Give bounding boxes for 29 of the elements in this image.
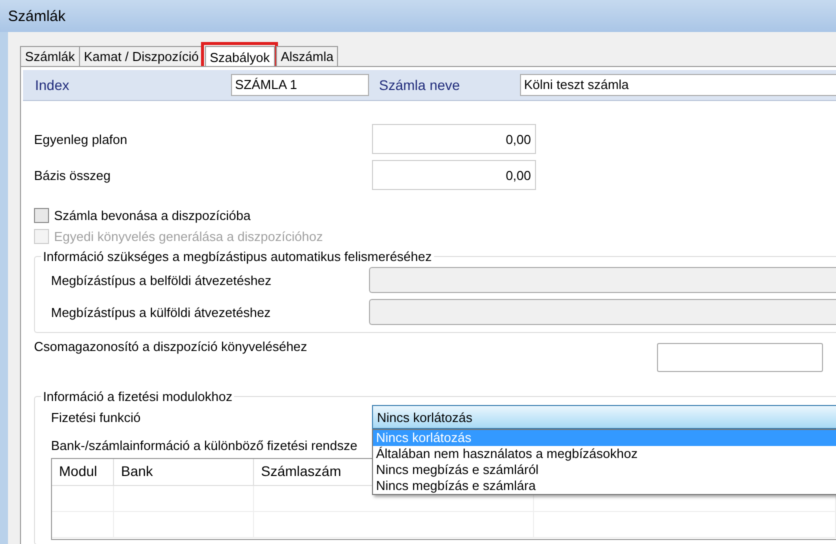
field-label: Fizetési funkció: [51, 410, 141, 424]
dropdown-option[interactable]: Nincs megbízás e számlára: [373, 478, 836, 494]
tab[interactable]: Számlák: [20, 46, 80, 66]
window-title: Számlák: [8, 8, 66, 24]
group-title: Információ a fizetési modulokhoz: [42, 389, 234, 404]
input-field[interactable]: Kölni teszt számla: [520, 74, 836, 96]
input-field[interactable]: SZÁMLA 1: [231, 74, 369, 96]
tab[interactable]: Kamat / Diszpozíció: [78, 46, 204, 66]
column-header: Bank: [114, 459, 254, 485]
field-label: Csomagazonosító a diszpozíció könyveléséhez: [34, 339, 308, 354]
tab[interactable]: Alszámla: [276, 46, 338, 66]
amount-field[interactable]: 0,00: [372, 160, 536, 190]
group-title: Információ szükséges a megbízástipus automatikus felismeréséhez: [42, 249, 433, 264]
field-label: Megbízástípus a belföldi átvezetéshez: [51, 272, 272, 288]
tab[interactable]: Szabályok: [204, 46, 275, 68]
column-header: Modul: [52, 459, 114, 485]
checkbox-label: Egyedi könyvelés generálása a diszpozícióhoz: [54, 229, 323, 244]
field-label: Index: [35, 77, 70, 93]
checkbox-label: Számla bevonása a diszpozícióba: [54, 208, 251, 223]
field-label: Megbízástípus a külföldi átvezetéshez: [51, 304, 271, 320]
amount-field[interactable]: 0,00: [372, 124, 536, 154]
field-label: Számla neve: [379, 77, 461, 93]
checkbox[interactable]: [34, 208, 49, 223]
field-label: Egyenleg plafon: [34, 132, 128, 146]
dropdown-option[interactable]: Általában nem használatos a megbízásokhoz: [373, 446, 836, 462]
dropdown-option[interactable]: Nincs megbízás e számláról: [373, 462, 836, 478]
field-label: Bázis összeg: [34, 168, 112, 182]
input-field[interactable]: [657, 342, 823, 372]
table-label: Bank-/számlainformáció a különböző fizetési rendsze: [51, 438, 358, 453]
